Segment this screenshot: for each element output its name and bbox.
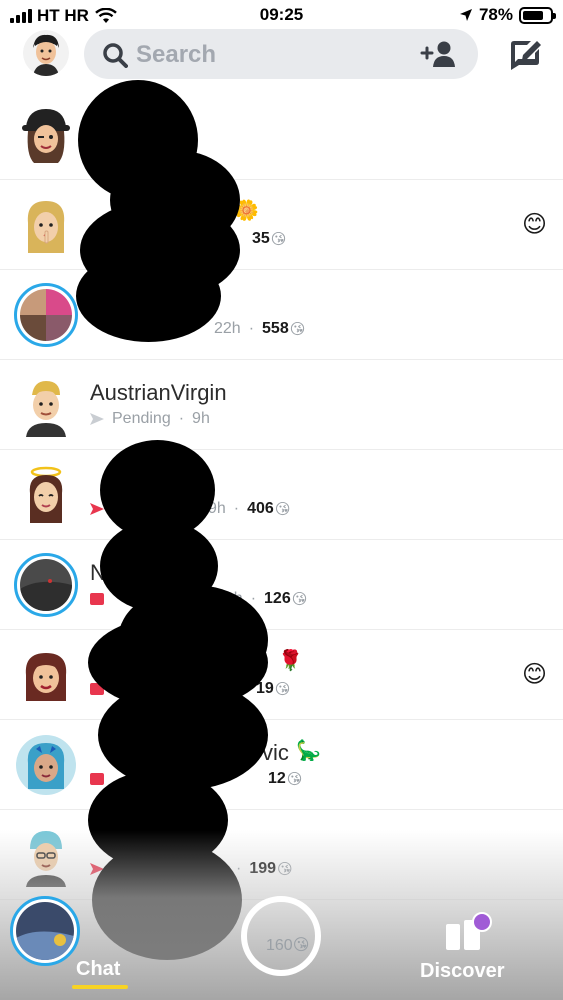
streak-count: 126 — [264, 590, 291, 607]
streak-emoji: 😘 — [274, 681, 291, 698]
story-ring[interactable] — [14, 553, 78, 617]
chat-time: 22h — [214, 320, 241, 337]
friend-emoji: 😊 — [521, 661, 547, 688]
story-thumbnail — [20, 559, 72, 611]
streak-emoji: 😘 — [289, 321, 306, 338]
story-ring[interactable] — [14, 283, 78, 347]
streak-emoji: 😘 — [286, 771, 303, 788]
friend-emoji: 😊 — [521, 211, 547, 238]
new-chat-icon[interactable] — [509, 38, 543, 70]
discover-notification-badge — [472, 912, 492, 932]
chat-row[interactable]: N 20h · 126 😘 — [0, 540, 563, 630]
my-story-thumbnail[interactable] — [10, 896, 80, 966]
separator-dot: · — [233, 500, 240, 517]
streak-count: 558 — [262, 320, 289, 337]
story-collage-icon — [20, 289, 72, 341]
camera-capture-button[interactable] — [241, 896, 321, 976]
location-arrow-icon — [459, 9, 472, 21]
search-bar[interactable]: Search — [84, 29, 478, 79]
story-thumbnail — [20, 289, 72, 341]
snap-square-icon — [90, 773, 104, 785]
chat-row[interactable]: 9h · 406 😘 — [0, 450, 563, 540]
discover-tab[interactable]: Discover — [420, 960, 505, 983]
bitmoji-avatar-icon — [26, 381, 66, 437]
bottom-nav: Chat Discover — [0, 890, 563, 1000]
bitmoji-avatar-icon — [16, 735, 76, 795]
bitmoji-avatar-icon — [23, 30, 69, 76]
header: Search — [0, 26, 563, 86]
bitmoji-avatar-icon — [22, 109, 70, 163]
search-placeholder: Search — [136, 41, 217, 68]
battery-icon — [519, 6, 556, 24]
battery-percent: 78% — [478, 5, 513, 24]
chat-row[interactable]: AustrianVirgin Pending · 9h — [0, 360, 563, 450]
story-photo-icon — [20, 559, 72, 611]
streak-count: 406 — [247, 500, 274, 517]
chat-row[interactable]: 🌹 19 😘 😊 — [0, 630, 563, 720]
chat-status: Pending — [112, 410, 171, 427]
redaction-mark — [76, 250, 221, 342]
bitmoji-avatar-icon — [27, 201, 65, 253]
streak-emoji: 😘 — [291, 591, 308, 608]
chat-meta: Pending · 9h — [90, 410, 210, 428]
pending-arrow-icon — [90, 413, 104, 425]
separator-dot: · — [248, 320, 255, 337]
search-icon — [103, 43, 128, 68]
streak-count: 35 — [252, 230, 270, 247]
bitmoji-avatar-icon — [25, 653, 67, 701]
streak-emoji: 😘 — [270, 231, 287, 248]
snap-square-icon — [90, 593, 104, 605]
separator-dot: · — [178, 410, 185, 427]
chat-list: 15h · 112 😘 35 😘 🌼 😊 — [0, 90, 563, 900]
chat-name: AustrianVirgin — [90, 380, 227, 405]
bitmoji-avatar-icon — [29, 466, 63, 523]
chat-tab[interactable]: Chat — [76, 958, 120, 981]
streak-emoji: 😘 — [274, 501, 291, 518]
name-emoji: 🌹 — [278, 650, 303, 672]
story-photo-icon — [16, 902, 74, 960]
story-thumbnail — [16, 902, 74, 960]
chat-time: 9h — [192, 410, 210, 427]
add-friend-icon[interactable] — [420, 40, 456, 68]
streak-count: 12 — [268, 770, 286, 787]
active-tab-indicator — [72, 985, 128, 989]
status-bar-right: 78% — [459, 5, 556, 25]
profile-avatar[interactable] — [23, 30, 69, 76]
name-emoji: 🦕 — [296, 740, 321, 762]
chat-row[interactable]: vic 🦕 12 😘 — [0, 720, 563, 810]
